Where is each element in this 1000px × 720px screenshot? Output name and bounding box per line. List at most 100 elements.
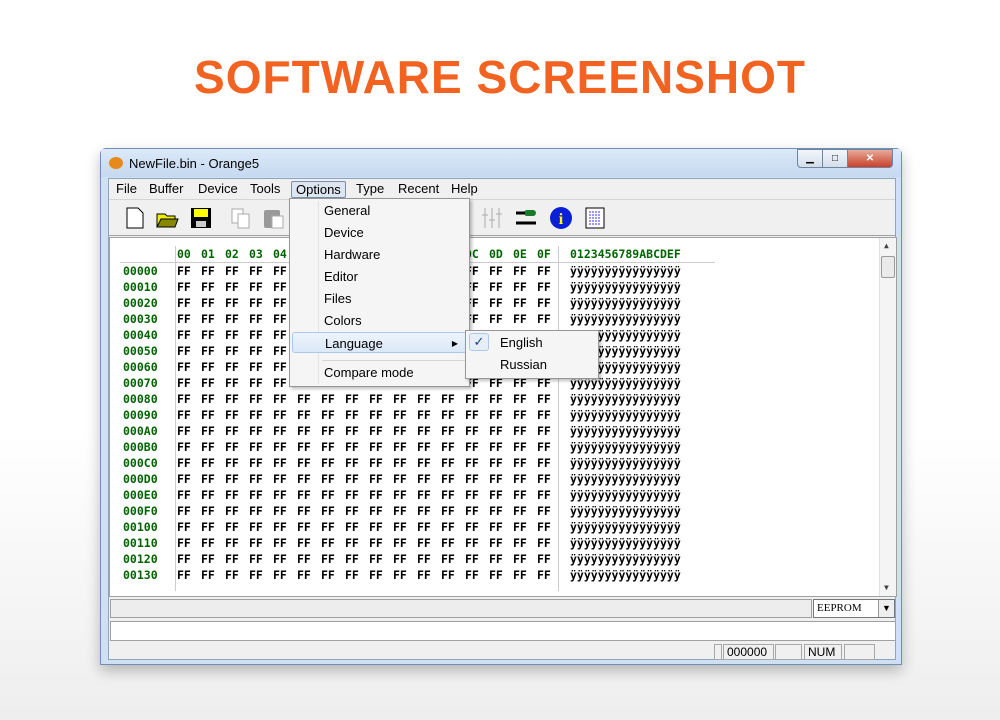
- hex-byte[interactable]: FF: [321, 488, 335, 502]
- hex-byte[interactable]: FF: [441, 392, 455, 406]
- hex-byte[interactable]: FF: [249, 360, 263, 374]
- hex-byte[interactable]: FF: [249, 424, 263, 438]
- hex-byte[interactable]: FF: [441, 408, 455, 422]
- hex-byte[interactable]: FF: [489, 536, 503, 550]
- title-bar[interactable]: NewFile.bin - Orange5 ▁ □ ✕: [101, 149, 901, 177]
- hex-byte[interactable]: FF: [465, 504, 479, 518]
- hex-byte[interactable]: FF: [513, 440, 527, 454]
- hex-byte[interactable]: FF: [537, 408, 551, 422]
- hex-byte[interactable]: FF: [537, 296, 551, 310]
- hex-byte[interactable]: FF: [177, 328, 191, 342]
- menu-item-files[interactable]: Files: [292, 288, 467, 309]
- hex-byte[interactable]: FF: [369, 392, 383, 406]
- hex-byte[interactable]: FF: [297, 552, 311, 566]
- hex-byte[interactable]: FF: [201, 520, 215, 534]
- hex-byte[interactable]: FF: [537, 520, 551, 534]
- hex-byte[interactable]: FF: [441, 536, 455, 550]
- hex-byte[interactable]: FF: [513, 280, 527, 294]
- hex-byte[interactable]: FF: [201, 408, 215, 422]
- hex-byte[interactable]: FF: [249, 552, 263, 566]
- hex-editor[interactable]: 000102030405060708090A0B0C0D0E0F 0123456…: [109, 237, 897, 597]
- hex-byte[interactable]: FF: [345, 568, 359, 582]
- hex-byte[interactable]: FF: [465, 424, 479, 438]
- hex-byte[interactable]: FF: [537, 424, 551, 438]
- hex-byte[interactable]: FF: [369, 552, 383, 566]
- hex-byte[interactable]: FF: [177, 360, 191, 374]
- hex-byte[interactable]: FF: [249, 296, 263, 310]
- hex-byte[interactable]: FF: [249, 504, 263, 518]
- hex-byte[interactable]: FF: [201, 504, 215, 518]
- close-button[interactable]: ✕: [847, 149, 893, 168]
- hex-byte[interactable]: FF: [513, 504, 527, 518]
- hex-byte[interactable]: FF: [513, 520, 527, 534]
- hex-byte[interactable]: FF: [537, 280, 551, 294]
- hex-byte[interactable]: FF: [201, 552, 215, 566]
- menu-type[interactable]: Type: [352, 181, 388, 198]
- hex-byte[interactable]: FF: [537, 456, 551, 470]
- hex-byte[interactable]: FF: [441, 552, 455, 566]
- hex-byte[interactable]: FF: [225, 360, 239, 374]
- hex-byte[interactable]: FF: [417, 472, 431, 486]
- hex-byte[interactable]: FF: [465, 520, 479, 534]
- hex-byte[interactable]: FF: [321, 456, 335, 470]
- hex-byte[interactable]: FF: [177, 456, 191, 470]
- menu-buffer[interactable]: Buffer: [145, 181, 187, 198]
- hex-byte[interactable]: FF: [537, 536, 551, 550]
- hex-byte[interactable]: FF: [537, 440, 551, 454]
- hex-byte[interactable]: FF: [345, 552, 359, 566]
- menu-item-device[interactable]: Device: [292, 222, 467, 243]
- hex-byte[interactable]: FF: [489, 504, 503, 518]
- hex-byte[interactable]: FF: [201, 264, 215, 278]
- hex-byte[interactable]: FF: [177, 472, 191, 486]
- hex-byte[interactable]: FF: [249, 568, 263, 582]
- hex-byte[interactable]: FF: [417, 504, 431, 518]
- hex-byte[interactable]: FF: [225, 456, 239, 470]
- hex-byte[interactable]: FF: [345, 408, 359, 422]
- hex-byte[interactable]: FF: [441, 504, 455, 518]
- hex-byte[interactable]: FF: [225, 488, 239, 502]
- hex-byte[interactable]: FF: [513, 312, 527, 326]
- hex-byte[interactable]: FF: [321, 424, 335, 438]
- hex-byte[interactable]: FF: [321, 568, 335, 582]
- hex-byte[interactable]: FF: [465, 392, 479, 406]
- hex-byte[interactable]: FF: [201, 328, 215, 342]
- hex-byte[interactable]: FF: [297, 424, 311, 438]
- hex-byte[interactable]: FF: [297, 488, 311, 502]
- hex-byte[interactable]: FF: [249, 344, 263, 358]
- hex-byte[interactable]: FF: [177, 552, 191, 566]
- minimize-button[interactable]: ▁: [797, 149, 823, 168]
- hex-byte[interactable]: FF: [321, 472, 335, 486]
- hex-byte[interactable]: FF: [489, 520, 503, 534]
- hex-byte[interactable]: FF: [537, 488, 551, 502]
- hex-byte[interactable]: FF: [537, 264, 551, 278]
- log-output[interactable]: [110, 621, 896, 641]
- hex-byte[interactable]: FF: [489, 472, 503, 486]
- hex-byte[interactable]: FF: [369, 440, 383, 454]
- hex-byte[interactable]: FF: [393, 408, 407, 422]
- hex-byte[interactable]: FF: [489, 280, 503, 294]
- hex-byte[interactable]: FF: [249, 488, 263, 502]
- hex-byte[interactable]: FF: [225, 520, 239, 534]
- hex-byte[interactable]: FF: [201, 312, 215, 326]
- hex-byte[interactable]: FF: [321, 552, 335, 566]
- hex-byte[interactable]: FF: [201, 296, 215, 310]
- hex-byte[interactable]: FF: [177, 424, 191, 438]
- menu-options[interactable]: Options: [291, 181, 346, 198]
- hex-byte[interactable]: FF: [177, 504, 191, 518]
- hex-byte[interactable]: FF: [297, 456, 311, 470]
- hex-byte[interactable]: FF: [273, 520, 287, 534]
- hex-byte[interactable]: FF: [393, 472, 407, 486]
- chevron-down-icon[interactable]: ▼: [878, 600, 894, 617]
- hex-byte[interactable]: FF: [513, 424, 527, 438]
- hex-byte[interactable]: FF: [201, 568, 215, 582]
- hex-byte[interactable]: FF: [345, 392, 359, 406]
- hex-byte[interactable]: FF: [225, 376, 239, 390]
- scroll-up-icon[interactable]: ▲: [884, 241, 889, 250]
- hex-byte[interactable]: FF: [513, 568, 527, 582]
- hex-byte[interactable]: FF: [225, 552, 239, 566]
- hex-byte[interactable]: FF: [441, 440, 455, 454]
- hex-byte[interactable]: FF: [489, 264, 503, 278]
- hex-byte[interactable]: FF: [297, 520, 311, 534]
- hex-byte[interactable]: FF: [441, 472, 455, 486]
- hex-byte[interactable]: FF: [297, 536, 311, 550]
